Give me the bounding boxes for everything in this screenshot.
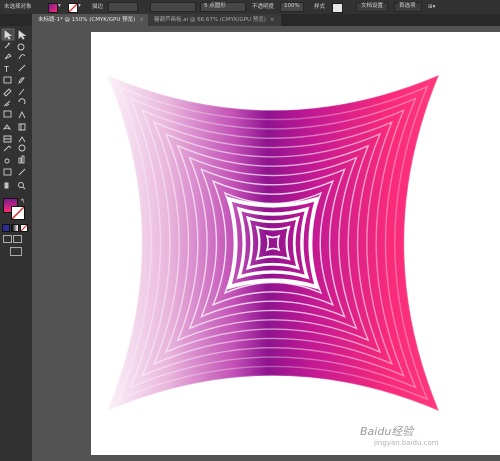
watermark: Baidu经验 jingyan.baidu.com <box>360 423 472 453</box>
tab-untitled[interactable]: 未标题-1* @ 150% (CMYK/GPU 预览) × <box>32 14 150 26</box>
brush-label: 5 点圆形 <box>204 3 226 9</box>
brush-definition-dropdown[interactable]: 5 点圆形 <box>200 2 246 12</box>
preferences-button[interactable]: 首选项 <box>394 2 422 12</box>
draw-behind-icon[interactable] <box>13 235 22 243</box>
watermark-url: jingyan.baidu.com <box>374 439 439 447</box>
graphic-style-swatch[interactable] <box>332 3 343 13</box>
style-label: 样式 <box>314 4 326 10</box>
fill-swatch[interactable] <box>48 3 58 13</box>
swap-fill-stroke-icon[interactable]: ↰ <box>20 198 25 205</box>
preferences-label: 首选项 <box>399 3 416 9</box>
watermark-logo: Baidu经验 <box>360 425 414 438</box>
stroke-weight-field[interactable] <box>108 2 138 12</box>
arrange-icon[interactable]: ⊞▾ <box>428 2 435 12</box>
selection-status: 未选择对象 <box>4 4 32 10</box>
document-tabs: 未标题-1* @ 150% (CMYK/GPU 预览) × 糖葫芦画板.ai @ … <box>0 14 500 26</box>
tab-untitled-label: 未标题-1* @ 150% (CMYK/GPU 预览) <box>38 17 136 23</box>
document-setup-label: 文档设置 <box>361 3 384 9</box>
stroke-color-box[interactable] <box>11 206 25 220</box>
opacity-value: 100% <box>284 3 300 9</box>
color-mode-icon[interactable] <box>2 224 10 232</box>
star-artwork <box>105 73 441 413</box>
svg-text:T: T <box>3 65 9 74</box>
draw-mode-icon[interactable] <box>3 235 12 243</box>
selection-icon[interactable] <box>2 26 14 42</box>
close-icon[interactable]: × <box>270 17 275 23</box>
close-icon[interactable]: × <box>139 17 144 23</box>
hand-icon[interactable] <box>2 176 14 190</box>
direct-selection-icon[interactable] <box>17 26 29 42</box>
opacity-label: 不透明度 <box>252 4 275 10</box>
screen-mode-icon[interactable] <box>10 247 22 256</box>
artboard[interactable] <box>91 32 500 455</box>
stroke-label: 描边 <box>92 4 104 10</box>
opacity-field[interactable]: 100% <box>280 2 304 12</box>
gradient-mode-icon[interactable] <box>11 224 19 232</box>
tool-icons: T <box>1 28 27 190</box>
fill-dropdown-icon[interactable]: ▾ <box>58 1 61 11</box>
stroke-dropdown-icon[interactable]: ▾ <box>78 1 81 11</box>
none-mode-icon[interactable] <box>20 224 28 232</box>
variable-width-profile[interactable] <box>150 2 196 12</box>
tools-panel: T ↰ <box>0 26 32 461</box>
stroke-swatch[interactable] <box>68 3 78 13</box>
document-setup-button[interactable]: 文档设置 <box>356 2 388 12</box>
control-bar: 未选择对象 ▾ ▾ 描边 5 点圆形 不透明度 100% 样式 文档设置 首选项… <box>0 0 500 15</box>
tab-candied-haws[interactable]: 糖葫芦画板.ai @ 66.67% (CMYK/GPU 预览) × <box>148 14 281 26</box>
tab-candied-haws-label: 糖葫芦画板.ai @ 66.67% (CMYK/GPU 预览) <box>154 17 266 23</box>
zoom-icon[interactable] <box>17 176 29 190</box>
